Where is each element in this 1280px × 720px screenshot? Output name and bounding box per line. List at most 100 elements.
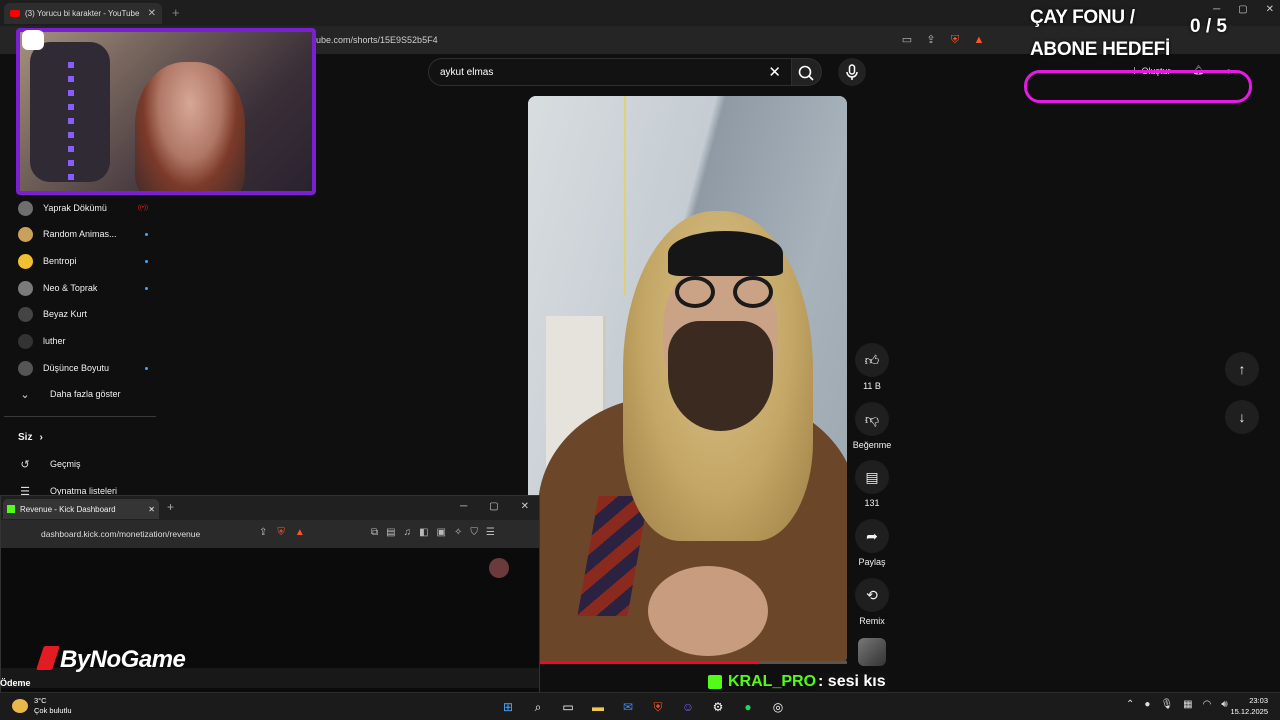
share-button[interactable]: ➦ Paylaş xyxy=(852,519,892,567)
remix-button[interactable]: ⟲ Remix xyxy=(852,578,892,626)
task-view-icon[interactable]: ▭ xyxy=(558,697,578,717)
short-video-player[interactable] xyxy=(528,96,847,664)
screen-icon[interactable]: ▭ xyxy=(900,33,914,47)
system-clock[interactable]: 23:03 15.12.2025 xyxy=(1224,695,1268,717)
new-tab-button[interactable]: + xyxy=(167,500,174,514)
weather-condition: Çok bulutlu xyxy=(34,706,72,715)
video-glasses-left xyxy=(675,276,715,308)
dislike-label: Beğenme xyxy=(852,440,892,450)
tray-app-icon[interactable]: ● xyxy=(1144,699,1150,710)
url-field[interactable]: ube.com/shorts/15E9S52b5F4 xyxy=(316,35,438,45)
chevron-up-icon[interactable]: ⌃ xyxy=(1126,699,1134,710)
search-icon xyxy=(798,65,814,81)
kick-tab-bar: Revenue - Kick Dashboard ✕ + ─ ▢ ✕ xyxy=(1,496,539,520)
remix-icon: ⟲ xyxy=(855,578,889,612)
screen: (3) Yorucu bi karakter - YouTube ✕ + ─ ▢… xyxy=(0,0,1280,720)
settings-gear-icon[interactable]: ⚙ xyxy=(708,697,728,717)
video-hand xyxy=(648,566,768,656)
new-content-dot xyxy=(145,366,148,370)
voice-search-button[interactable] xyxy=(838,58,866,86)
sidebar-item-neo-toprak[interactable]: Neo & Toprak xyxy=(18,278,148,298)
clear-search-icon[interactable]: ✕ xyxy=(768,63,781,81)
channel-name: Random Animas... xyxy=(43,229,117,239)
sidebar-item-yaprak-dokumu[interactable]: Yaprak Dökümü ((•)) xyxy=(18,198,148,218)
new-tab-button[interactable]: + xyxy=(172,5,180,20)
menu-icon[interactable]: ☰ xyxy=(486,527,495,538)
chat-text: : sesi kıs xyxy=(816,673,888,691)
close-tab-icon[interactable]: ✕ xyxy=(148,505,155,514)
show-more-button[interactable]: ⌄ Daha fazla göster xyxy=(18,384,158,404)
sidebar-item-dusunce-boyutu[interactable]: Düşünce Boyutu xyxy=(18,358,148,378)
spotify-icon[interactable]: ● xyxy=(738,697,758,717)
kick-revenue-tab[interactable]: Revenue - Kick Dashboard ✕ xyxy=(3,499,159,519)
share-icon[interactable]: ⇪ xyxy=(924,33,938,47)
brave-rewards-icon[interactable]: ▲ xyxy=(295,527,305,538)
remix-label: Remix xyxy=(859,616,885,626)
previous-short-button[interactable]: ↑ xyxy=(1225,352,1259,386)
live-icon: ((•)) xyxy=(137,205,148,211)
video-glasses-right xyxy=(733,276,773,308)
clock-time: 23:03 xyxy=(1249,696,1268,705)
close-window-icon[interactable]: ✕ xyxy=(1266,4,1274,15)
next-short-button[interactable]: ↓ xyxy=(1225,400,1259,434)
sidebar-item-beyaz-kurt[interactable]: Beyaz Kurt xyxy=(18,304,148,324)
network-icon[interactable]: ▦ xyxy=(1183,699,1192,710)
kick-url-field[interactable]: dashboard.kick.com/monetization/revenue xyxy=(41,529,200,539)
sidebar-item-random-animas[interactable]: Random Animas... xyxy=(18,224,148,244)
comments-button[interactable]: ▤ 131 xyxy=(852,460,892,508)
vpn-icon[interactable]: ⛉ xyxy=(470,527,478,538)
maximize-icon[interactable]: ▢ xyxy=(1238,4,1247,15)
system-tray: ⌃ ● 🎙︎ ▦ ◠ 🔊︎ xyxy=(1126,699,1228,710)
wallet-icon[interactable]: ▣ xyxy=(437,527,446,538)
share-icon[interactable]: ⇪ xyxy=(259,527,267,538)
microphone-icon[interactable]: 🎙︎ xyxy=(1160,699,1173,710)
tab-title: (3) Yorucu bi karakter - YouTube xyxy=(25,9,140,18)
brave-shield-icon[interactable]: ⛨ xyxy=(277,527,285,538)
taskbar: 3°C Çok bulutlu ⊞ ⌕ ▭ ▬ ✉ ⛨ ☺ ⚙ ● ◎ ⌃ ● … xyxy=(0,692,1280,720)
search-icon[interactable]: ⌕ xyxy=(528,697,548,717)
sidebar-icon[interactable]: ◧ xyxy=(419,527,428,538)
ai-star-icon[interactable]: ✧ xyxy=(454,527,462,538)
discord-icon[interactable]: ☺ xyxy=(678,697,698,717)
weather-widget[interactable]: 3°C Çok bulutlu xyxy=(12,696,72,716)
start-windows-icon[interactable]: ⊞ xyxy=(498,697,518,717)
kick-user-avatar[interactable] xyxy=(489,558,509,578)
close-window-icon[interactable]: ✕ xyxy=(521,501,529,512)
sound-thumbnail[interactable] xyxy=(858,638,886,666)
you-section-label: Siz xyxy=(18,432,33,443)
minimize-icon[interactable]: ─ xyxy=(1213,4,1220,15)
sidebar-item-luther[interactable]: luther xyxy=(18,331,148,351)
chat-separator: : xyxy=(818,673,828,690)
channel-avatar xyxy=(18,333,33,349)
show-more-label: Daha fazla göster xyxy=(50,389,121,399)
search-input[interactable]: aykut elmas xyxy=(440,67,493,78)
share-arrow-icon: ➦ xyxy=(855,519,889,553)
sidebar-item-history[interactable]: ↺ Geçmiş xyxy=(18,454,158,474)
file-explorer-icon[interactable]: ▬ xyxy=(588,697,608,717)
wifi-icon[interactable]: ◠ xyxy=(1203,699,1212,710)
like-button[interactable]: 👍︎ 11 B xyxy=(852,343,892,391)
music-icon[interactable]: ♫ xyxy=(404,527,412,538)
steam-icon[interactable]: ◎ xyxy=(768,697,788,717)
brave-browser-icon[interactable]: ⛨ xyxy=(648,697,668,717)
arrow-up-icon: ↑ xyxy=(1238,361,1246,377)
reader-icon[interactable]: ▤ xyxy=(386,527,395,538)
extensions-icon[interactable]: ⧉ xyxy=(371,527,378,538)
youtube-tab[interactable]: (3) Yorucu bi karakter - YouTube ✕ xyxy=(4,3,162,24)
thumbs-down-icon: 👎︎ xyxy=(855,402,889,436)
goal-title: ÇAY FONU / ABONE HEDEFİ xyxy=(1030,2,1170,66)
mail-icon[interactable]: ✉ xyxy=(618,697,638,717)
video-progress-bar[interactable] xyxy=(540,661,760,664)
minimize-icon[interactable]: ─ xyxy=(460,501,467,512)
dislike-button[interactable]: 👎︎ Beğenme xyxy=(852,402,892,450)
maximize-icon[interactable]: ▢ xyxy=(489,501,498,512)
you-section-link[interactable]: Siz › xyxy=(18,432,43,443)
channel-avatar xyxy=(18,360,33,376)
sidebar-item-bentropi[interactable]: Bentropi xyxy=(18,251,148,271)
close-tab-icon[interactable]: ✕ xyxy=(148,8,156,19)
brave-shield-icon[interactable]: ⛨ xyxy=(948,33,962,47)
history-label: Geçmiş xyxy=(50,459,81,469)
video-headband xyxy=(668,231,783,276)
brave-rewards-icon[interactable]: ▲ xyxy=(972,33,986,47)
search-button[interactable] xyxy=(792,58,822,86)
